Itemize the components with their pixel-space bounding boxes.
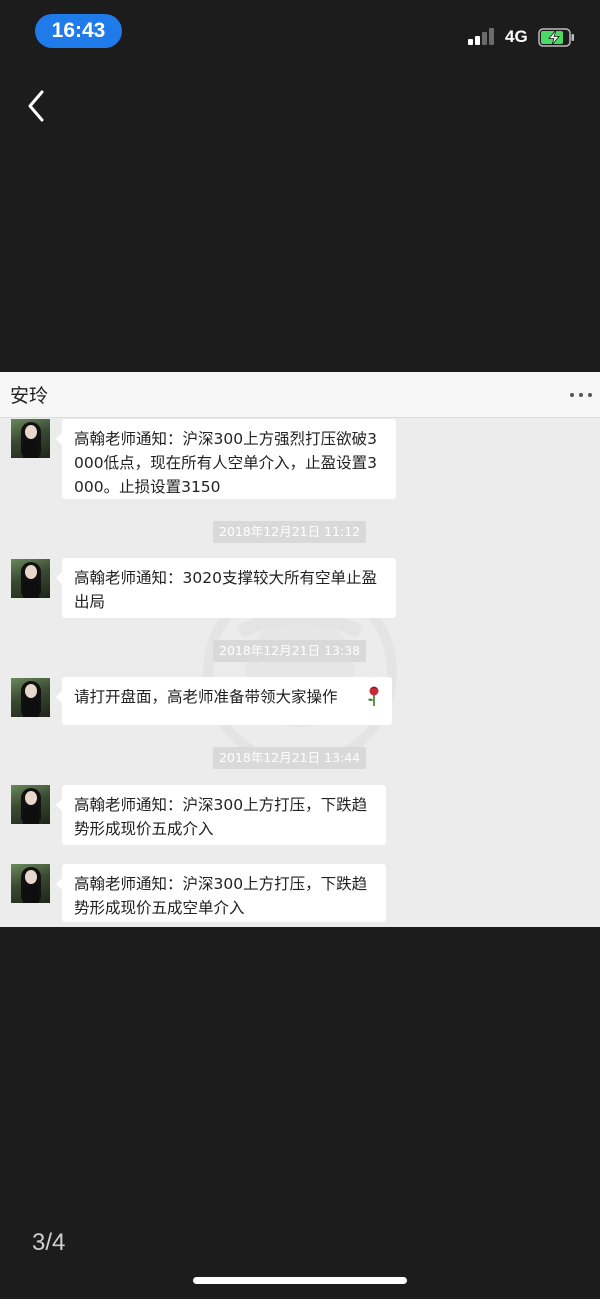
message-bubble[interactable]: 高翰老师通知：3020支撑较大所有空单止盈 出局	[56, 558, 396, 618]
battery-charging-icon	[538, 28, 574, 47]
status-time: 16:43	[51, 19, 106, 42]
message-text: 高翰老师通知：3020支撑较大所有空单止盈 出局	[74, 569, 377, 611]
sender-avatar[interactable]	[11, 864, 50, 903]
chat-screenshot-image: 安玲 高翰老师通知：沪深300上方强烈打压欲破3 000低点，现在所有人空单介入…	[0, 372, 600, 927]
cellular-signal-icon	[468, 28, 496, 45]
network-type-label: 4G	[505, 27, 528, 46]
message-timestamp: 2018年12月21日 13:44	[213, 747, 367, 769]
message-bubble[interactable]: 高翰老师通知：沪深300上方打压，下跌趋 势形成现价五成空单介入	[56, 864, 386, 922]
chat-header: 安玲	[0, 372, 600, 418]
message-timestamp: 2018年12月21日 13:38	[213, 640, 367, 662]
more-options-icon	[570, 393, 594, 399]
page-indicator: 3/4	[32, 1229, 66, 1256]
message-text: 高翰老师通知：沪深300上方强烈打压欲破3 000低点，现在所有人空单介入，止盈…	[74, 430, 377, 496]
message-text: 高翰老师通知：沪深300上方打压，下跌趋 势形成现价五成空单介入	[74, 875, 368, 917]
sender-avatar[interactable]	[11, 785, 50, 824]
rose-icon	[368, 686, 379, 706]
back-chevron-icon[interactable]	[22, 88, 50, 124]
message-text: 高翰老师通知：沪深300上方打压，下跌趋 势形成现价五成介入	[74, 796, 368, 838]
status-time-pill[interactable]: 16:43	[35, 14, 122, 48]
sender-avatar[interactable]	[11, 559, 50, 598]
image-viewer-screen: 16:43 4G 安玲 高翰老师通知：沪深300上方强烈打压欲破3 000低点，…	[0, 0, 600, 1299]
home-indicator-bar[interactable]	[193, 1277, 407, 1284]
sender-avatar[interactable]	[11, 419, 50, 458]
message-timestamp: 2018年12月21日 11:12	[213, 521, 367, 543]
chat-title: 安玲	[10, 385, 49, 407]
message-text: 请打开盘面，高老师准备带领大家操作	[74, 688, 338, 706]
message-bubble[interactable]: 高翰老师通知：沪深300上方强烈打压欲破3 000低点，现在所有人空单介入，止盈…	[56, 419, 396, 499]
sender-avatar[interactable]	[11, 678, 50, 717]
message-bubble[interactable]: 高翰老师通知：沪深300上方打压，下跌趋 势形成现价五成介入	[56, 785, 386, 845]
message-bubble[interactable]: 请打开盘面，高老师准备带领大家操作	[56, 677, 392, 725]
